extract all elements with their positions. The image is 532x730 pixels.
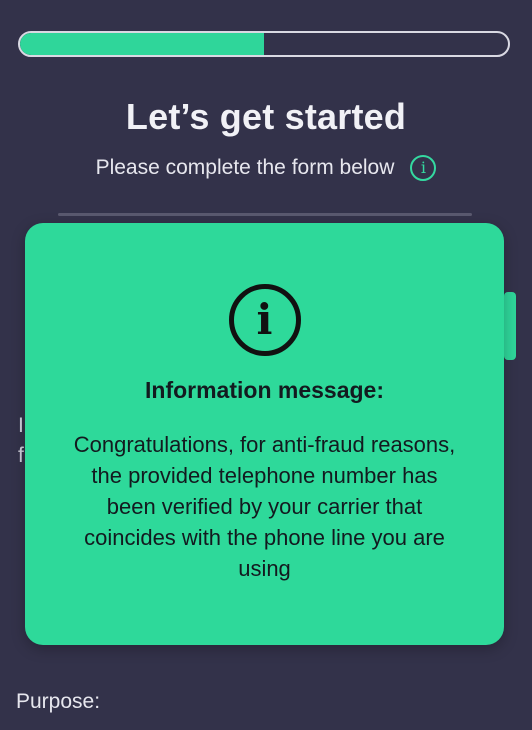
obscured-field-text-1: I	[18, 414, 24, 437]
modal-message: Congratulations, for anti-fraud reasons,…	[73, 432, 456, 581]
information-modal: i Information message: Congratulations, …	[25, 223, 504, 645]
modal-title: Information message:	[145, 377, 384, 403]
page-title: Let’s get started	[125, 96, 407, 137]
info-circle-icon[interactable]: i	[410, 155, 437, 181]
progress-fill	[20, 33, 264, 55]
info-circle-icon: i	[228, 284, 301, 356]
side-scroll-tab[interactable]	[504, 292, 516, 360]
progress-bar	[18, 31, 510, 57]
subtitle-text: Please complete the form below	[95, 156, 395, 179]
header-divider	[58, 213, 472, 216]
obscured-field-text-2: f	[18, 444, 24, 467]
purpose-label: Purpose:	[16, 690, 101, 713]
subtitle-row: Please complete the form below i	[0, 155, 532, 181]
